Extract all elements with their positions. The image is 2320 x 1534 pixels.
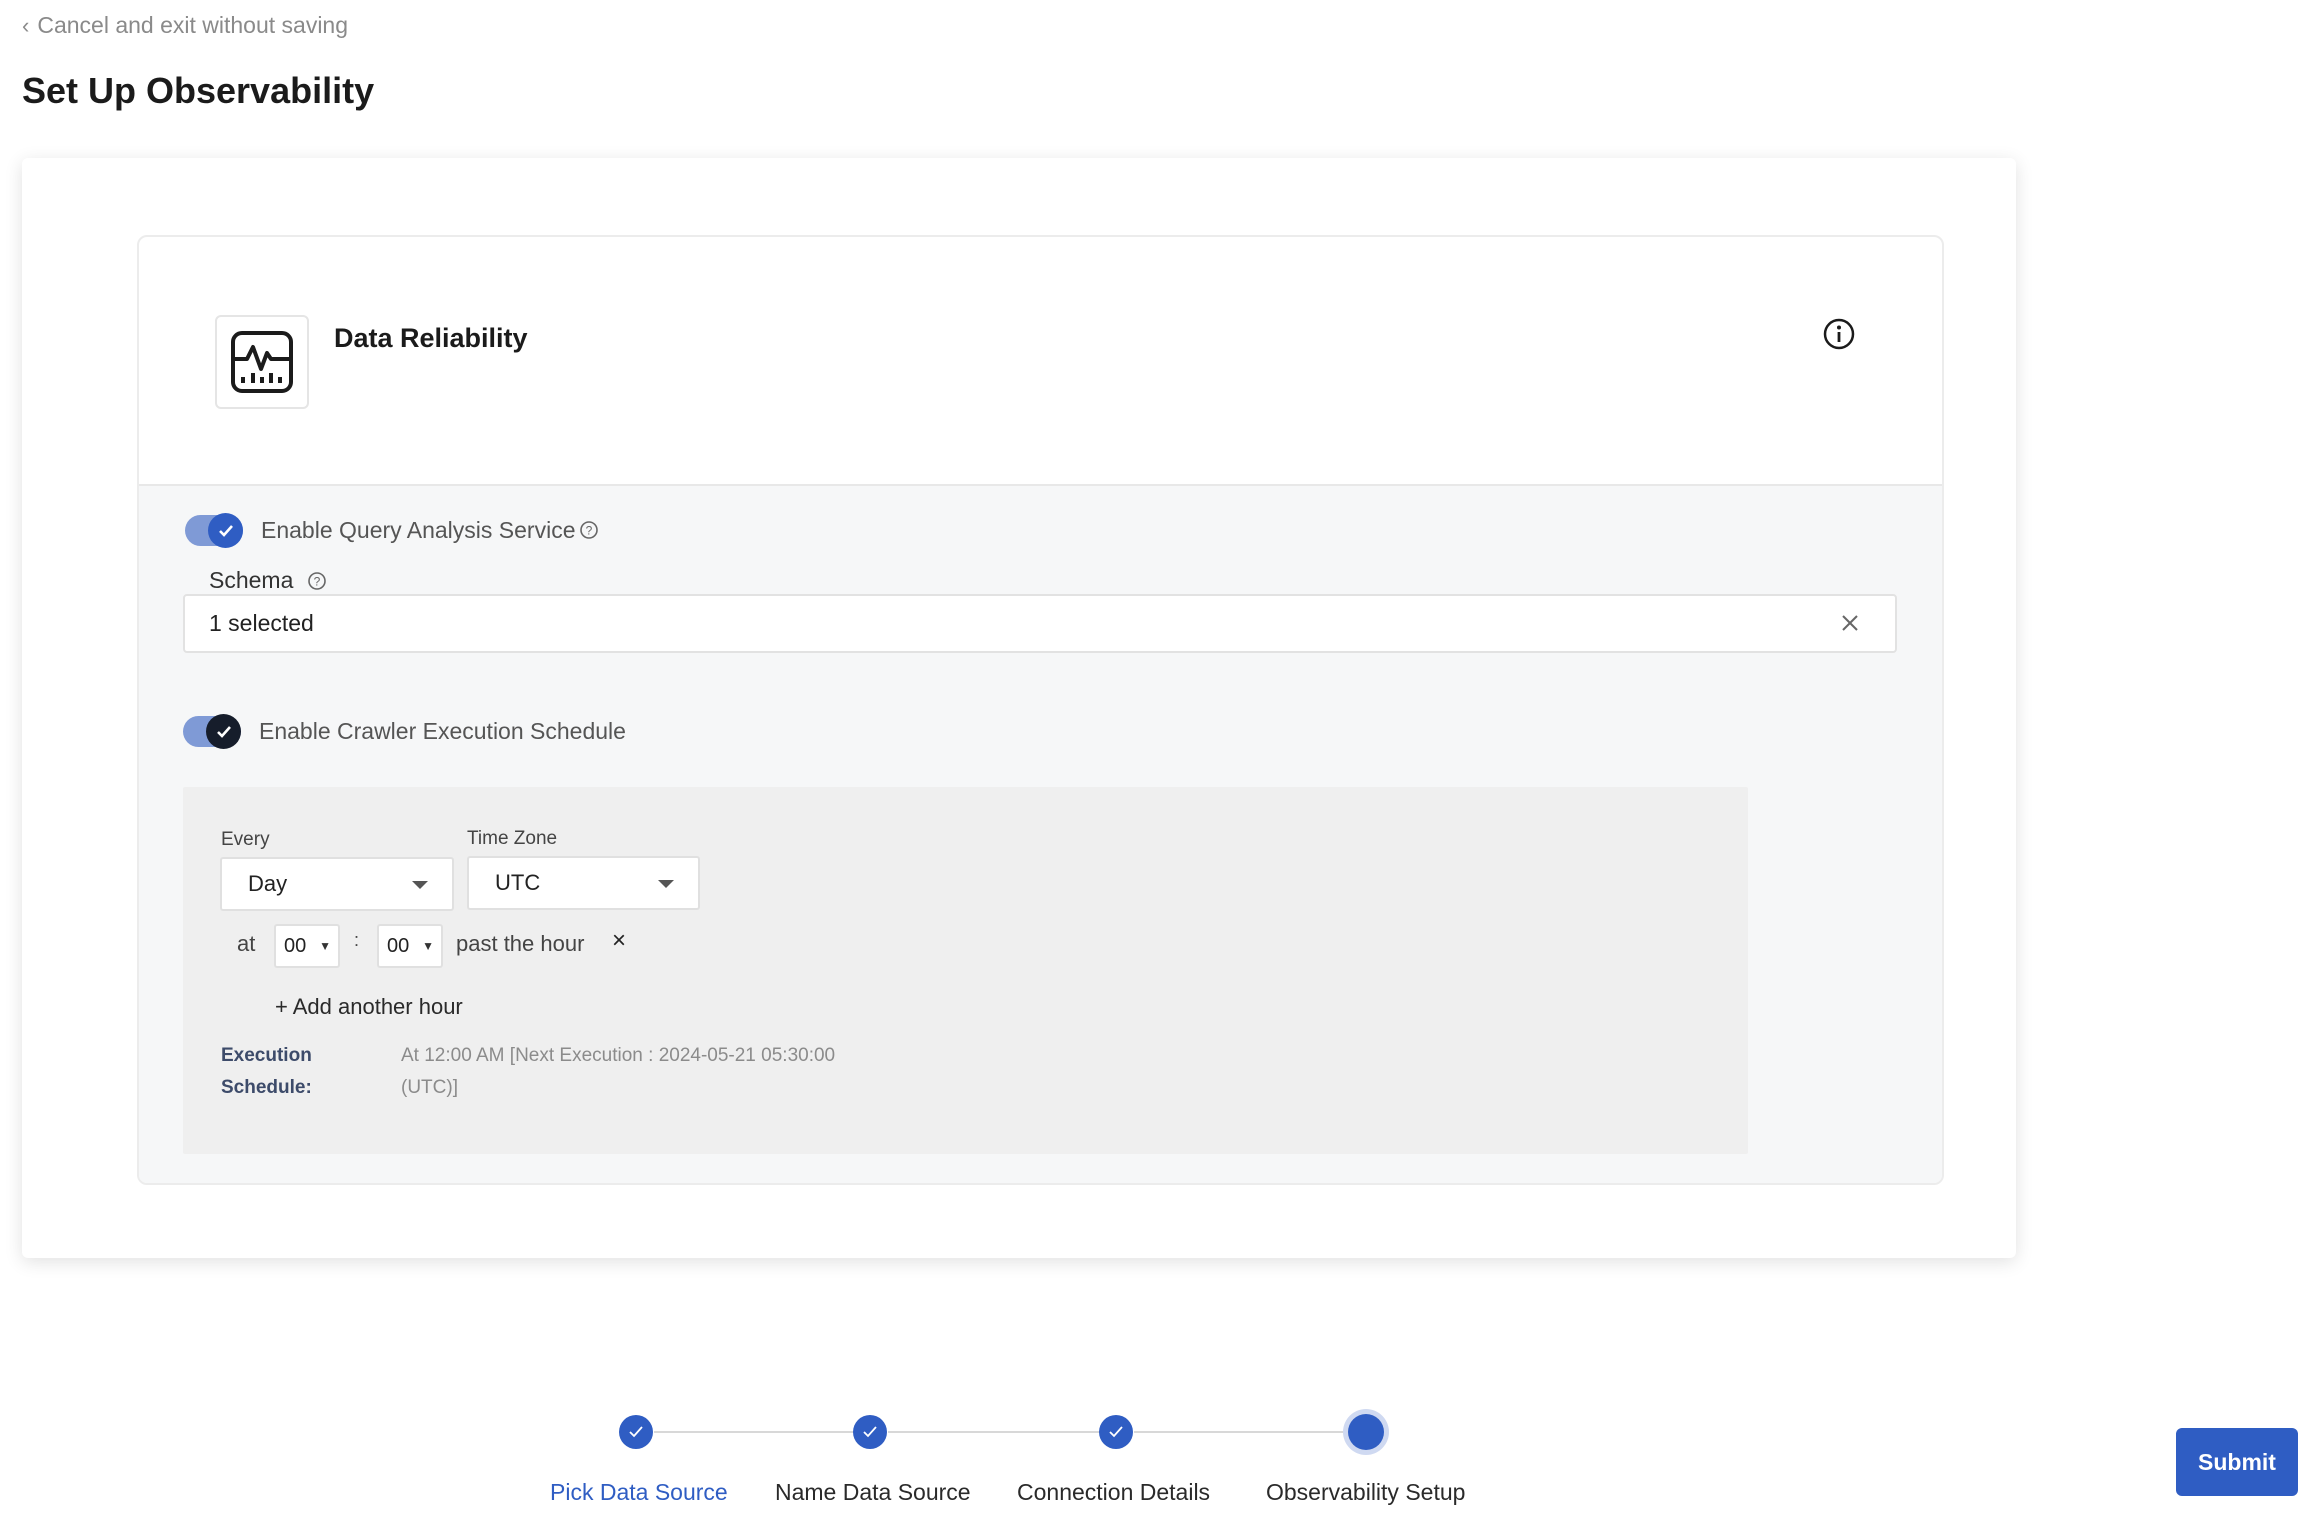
crawler-schedule-label: Enable Crawler Execution Schedule xyxy=(259,718,626,744)
crawler-schedule-toggle[interactable] xyxy=(183,714,241,749)
step-1-label[interactable]: Pick Data Source xyxy=(550,1479,728,1506)
step-3-label[interactable]: Connection Details xyxy=(1017,1479,1210,1506)
page-title: Set Up Observability xyxy=(22,70,375,111)
every-value: Day xyxy=(248,871,288,896)
check-icon xyxy=(216,725,231,738)
execution-key-line: Execution xyxy=(221,1045,312,1066)
chevron-left-icon: ‹ xyxy=(22,13,30,38)
submit-button[interactable]: Submit xyxy=(2176,1428,2298,1496)
caret-down-icon: ▼ xyxy=(319,939,331,953)
minute-select[interactable]: 00 ▼ xyxy=(377,924,443,968)
query-analysis-label: Enable Query Analysis Service xyxy=(261,517,576,543)
stepper-connector xyxy=(1134,1431,1366,1433)
timezone-select[interactable]: UTC xyxy=(467,856,700,910)
every-label: Every xyxy=(221,829,270,850)
step-4-label: Observability Setup xyxy=(1266,1479,1466,1505)
schema-multiselect[interactable]: 1 selected xyxy=(183,594,1897,653)
cancel-exit-link[interactable]: ‹ Cancel and exit without saving xyxy=(22,12,348,39)
remove-hour-icon[interactable]: × xyxy=(612,927,626,955)
step-2-label[interactable]: Name Data Source xyxy=(775,1479,971,1506)
step-1-dot[interactable] xyxy=(619,1415,653,1449)
schedule-box: Every Day Time Zone UTC at 00 ▼ : 00 ▼ p… xyxy=(183,787,1748,1154)
step-2-dot[interactable] xyxy=(853,1415,887,1449)
execution-schedule-key: Execution Schedule: xyxy=(221,1040,312,1104)
svg-text:?: ? xyxy=(586,524,593,538)
monitor-chart-icon xyxy=(231,331,293,393)
check-icon xyxy=(629,1426,643,1438)
info-icon[interactable] xyxy=(1822,317,1856,351)
check-icon xyxy=(218,524,233,537)
data-reliability-logo xyxy=(215,315,309,409)
minute-value: 00 xyxy=(387,935,410,957)
execution-key-line: Schedule: xyxy=(221,1077,312,1098)
schema-label: Schema xyxy=(209,567,294,593)
step-3-dot[interactable] xyxy=(1099,1415,1133,1449)
question-help-icon[interactable]: ? xyxy=(579,520,599,540)
question-help-icon[interactable]: ? xyxy=(307,571,327,591)
past-hour-label: past the hour xyxy=(456,931,585,956)
execution-schedule-value: At 12:00 AM [Next Execution : 2024-05-21… xyxy=(401,1040,835,1104)
caret-down-icon xyxy=(658,880,674,888)
hour-select[interactable]: 00 ▼ xyxy=(274,924,340,968)
check-icon xyxy=(863,1426,877,1438)
stepper-connector xyxy=(888,1431,1114,1433)
stepper-connector xyxy=(654,1431,868,1433)
query-analysis-toggle[interactable] xyxy=(185,513,243,548)
step-4-dot-current xyxy=(1348,1414,1384,1450)
timezone-label: Time Zone xyxy=(467,828,558,849)
clear-icon[interactable] xyxy=(1839,612,1861,634)
execution-value-line: At 12:00 AM [Next Execution : 2024-05-21… xyxy=(401,1045,836,1066)
schema-value: 1 selected xyxy=(209,610,314,636)
execution-value-line: (UTC)] xyxy=(401,1077,458,1098)
cancel-exit-label: Cancel and exit without saving xyxy=(37,12,349,38)
timezone-value: UTC xyxy=(495,870,541,895)
every-select[interactable]: Day xyxy=(220,857,454,911)
panel-title: Data Reliability xyxy=(334,323,528,353)
add-another-hour-button[interactable]: + Add another hour xyxy=(275,994,463,1020)
caret-down-icon xyxy=(412,881,428,889)
caret-down-icon: ▼ xyxy=(422,939,434,953)
hour-value: 00 xyxy=(284,935,307,957)
svg-text:?: ? xyxy=(314,575,321,589)
time-separator: : xyxy=(354,930,360,950)
toggle-knob xyxy=(208,513,243,548)
check-icon xyxy=(1109,1426,1123,1438)
at-label: at xyxy=(237,931,256,956)
toggle-knob xyxy=(206,714,241,749)
